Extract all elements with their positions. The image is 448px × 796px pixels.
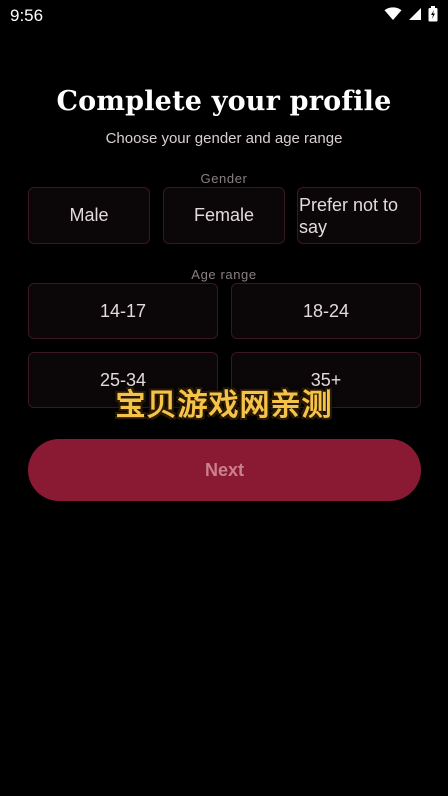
gender-option-label: Male — [69, 205, 109, 225]
age-option-label: 14-17 — [99, 300, 147, 321]
gender-label: Gender — [200, 171, 248, 186]
age-option-18-24[interactable]: 18-24 — [231, 283, 421, 339]
page-title: Complete your profile — [56, 86, 392, 117]
age-option-14-17[interactable]: 14-17 — [28, 283, 218, 339]
gender-option-prefer-not-to-say[interactable]: Prefer not to say — [297, 187, 421, 244]
battery-icon — [428, 6, 438, 22]
gender-option-label: Prefer not to say — [299, 194, 399, 237]
age-option-label: 35+ — [310, 369, 342, 390]
age-range-label: Age range — [191, 267, 257, 282]
page-subtitle: Choose your gender and age range — [105, 130, 343, 147]
age-option-label: 18-24 — [302, 300, 350, 321]
gender-option-male[interactable]: Male — [28, 187, 150, 244]
age-option-label: 25-34 — [99, 369, 147, 390]
gender-option-female[interactable]: Female — [163, 187, 285, 244]
next-button[interactable]: Next — [28, 439, 421, 501]
wifi-icon — [384, 7, 402, 21]
signal-icon — [408, 7, 422, 21]
age-option-35-plus[interactable]: 35+ — [231, 352, 421, 408]
status-bar: 9:56 — [0, 0, 448, 32]
status-time: 9:56 — [10, 6, 44, 25]
age-option-25-34[interactable]: 25-34 — [28, 352, 218, 408]
status-icons — [384, 6, 438, 22]
gender-option-label: Female — [193, 205, 255, 225]
